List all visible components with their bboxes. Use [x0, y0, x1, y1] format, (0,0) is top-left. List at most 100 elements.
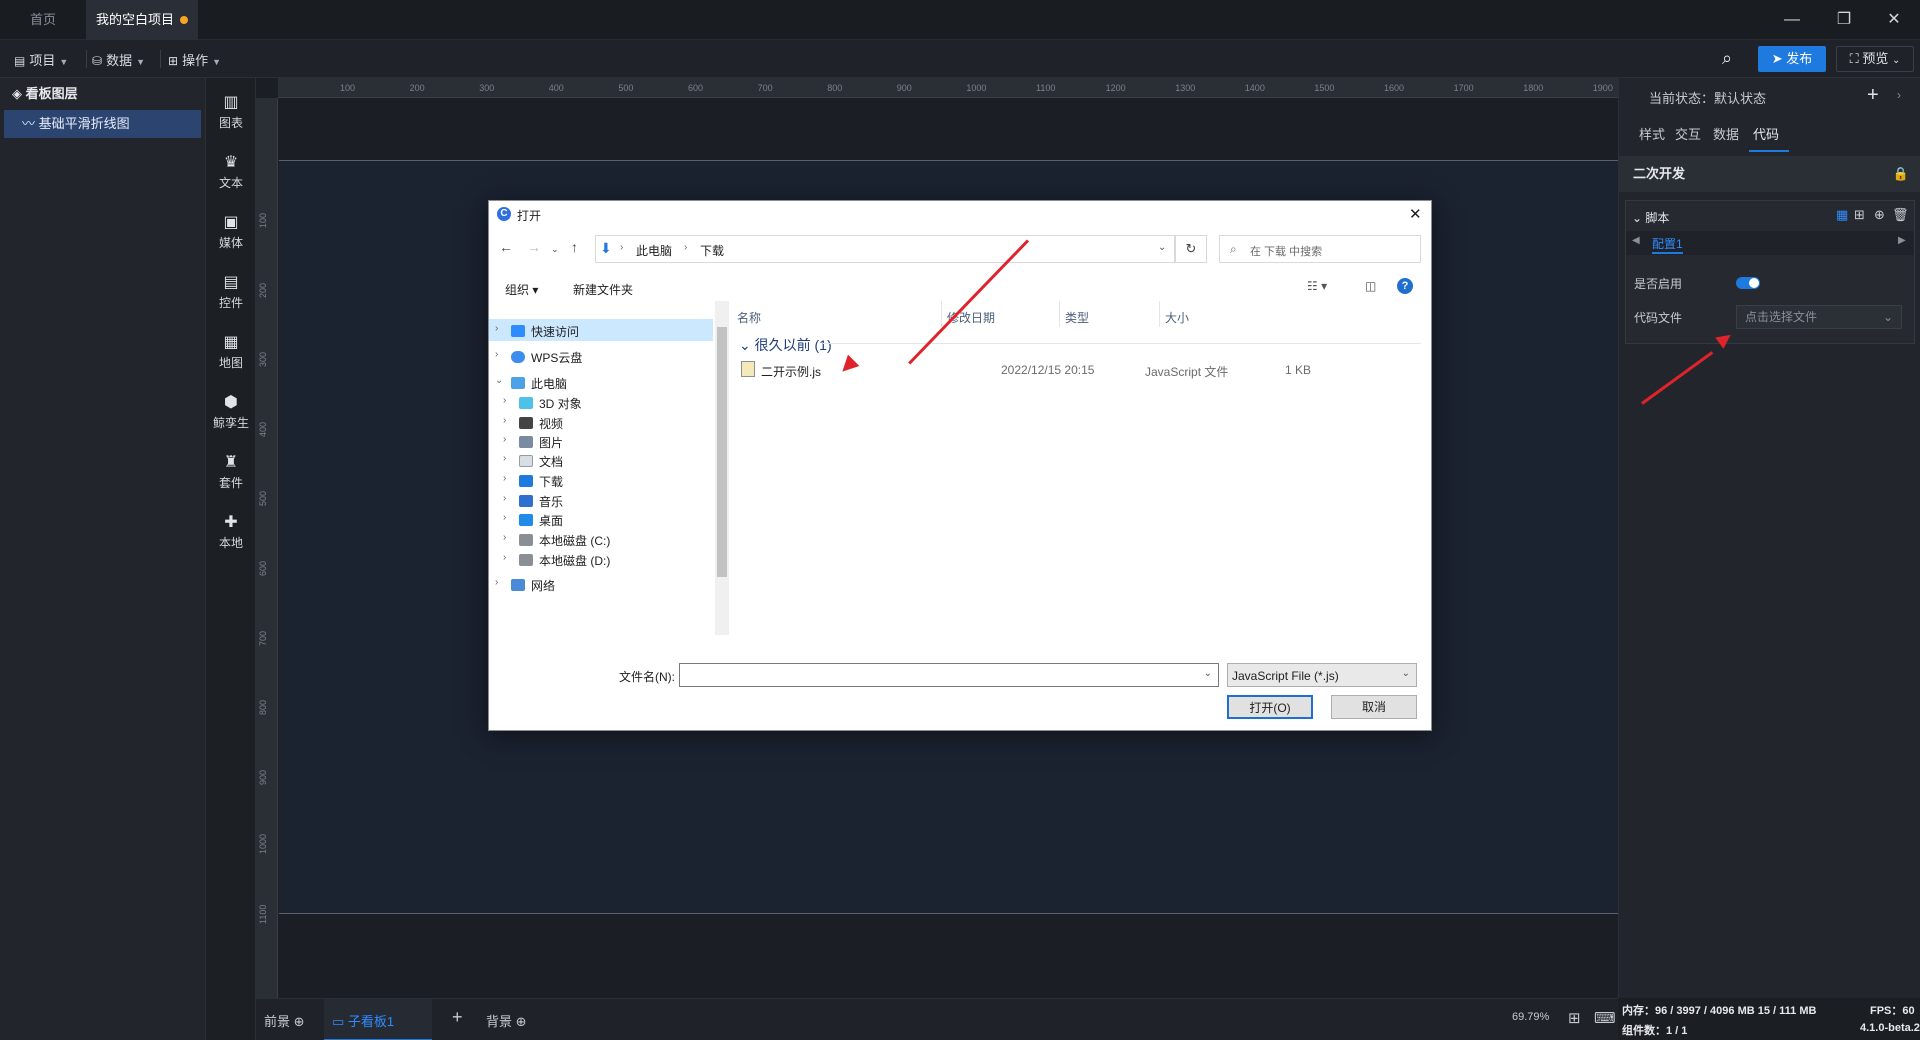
tree-pictures[interactable]: 图片: [519, 434, 563, 451]
tree-disk-c[interactable]: 本地磁盘 (C:): [519, 532, 610, 549]
computer-icon: [511, 377, 525, 389]
component-kit[interactable]: ♜ 套件: [206, 452, 256, 491]
add-board-button[interactable]: +: [452, 1007, 463, 1028]
view-options-icon[interactable]: ☷ ▾: [1307, 279, 1327, 293]
component-map[interactable]: ▦ 地图: [206, 332, 256, 371]
tab-project[interactable]: 我的空白项目: [86, 0, 198, 40]
layout-icon[interactable]: ▦: [1836, 207, 1848, 223]
cancel-button[interactable]: 取消: [1331, 695, 1417, 719]
layer-item[interactable]: 〰 基础平滑折线图: [4, 110, 201, 138]
chevron-right-icon[interactable]: ›: [495, 323, 498, 334]
forward-icon[interactable]: →: [527, 239, 541, 255]
lock-icon[interactable]: 🔒: [1893, 156, 1909, 192]
add-circle-icon[interactable]: ⊕: [1874, 207, 1885, 223]
open-button[interactable]: 打开(O): [1227, 695, 1313, 719]
breadcrumb-this-pc[interactable]: 此电脑: [636, 242, 672, 259]
restore-icon[interactable]: ❐: [1832, 8, 1856, 32]
chevron-right-icon[interactable]: ›: [503, 512, 506, 523]
new-folder-button[interactable]: 新建文件夹: [573, 281, 633, 298]
component-chart[interactable]: ▥ 图表: [206, 92, 256, 131]
tree-disk-d[interactable]: 本地磁盘 (D:): [519, 552, 610, 569]
column-name[interactable]: 名称: [737, 309, 761, 326]
tree-desktop[interactable]: 桌面: [519, 512, 563, 529]
preview-button[interactable]: ⛶ 预览 ⌄: [1836, 46, 1914, 72]
tree-quick-access[interactable]: 快速访问: [511, 323, 579, 340]
scrollbar-thumb[interactable]: [717, 327, 727, 577]
tree-downloads[interactable]: 下载: [519, 473, 563, 490]
column-type[interactable]: 类型: [1065, 309, 1089, 326]
component-media[interactable]: ▣ 媒体: [206, 212, 256, 251]
add-state-icon[interactable]: +: [1867, 84, 1879, 107]
chevron-right-icon[interactable]: ›: [503, 453, 506, 464]
back-icon[interactable]: ←: [499, 239, 513, 255]
tree-music[interactable]: 音乐: [519, 493, 563, 510]
tree-documents[interactable]: 文档: [519, 453, 563, 470]
menu-data[interactable]: ⛁ 数据 ▼: [92, 50, 145, 69]
component-control[interactable]: ▤ 控件: [206, 272, 256, 311]
chevron-right-icon[interactable]: ›: [503, 532, 506, 543]
refresh-icon[interactable]: ↻: [1175, 235, 1207, 263]
filename-input[interactable]: ⌄: [679, 663, 1219, 687]
keyboard-icon[interactable]: ⌨: [1594, 1009, 1616, 1027]
close-icon[interactable]: ✕: [1409, 205, 1422, 223]
search-box[interactable]: ⌕ 在 下载 中搜索: [1219, 235, 1421, 263]
bar-chart-icon: ▥: [223, 94, 239, 111]
chevron-right-icon[interactable]: ›: [1897, 88, 1901, 102]
tab-style[interactable]: 样式: [1639, 124, 1665, 143]
help-icon[interactable]: ?: [1397, 278, 1413, 294]
fit-screen-icon[interactable]: ⊞: [1568, 1009, 1581, 1027]
chevron-down-icon[interactable]: ⌄: [495, 375, 503, 386]
address-bar[interactable]: ⬇ › 此电脑 › 下载 ⌄: [595, 235, 1175, 263]
group-header[interactable]: ⌄ 很久以前 (1): [739, 335, 832, 355]
publish-button[interactable]: ➤ 发布: [1758, 46, 1826, 72]
close-window-icon[interactable]: ✕: [1882, 8, 1906, 32]
code-file-select[interactable]: 点击选择文件 ⌄: [1736, 305, 1902, 329]
tree-3d-objects[interactable]: 3D 对象: [519, 395, 582, 412]
component-text[interactable]: ♛ 文本: [206, 152, 256, 191]
delete-icon[interactable]: 🗑: [1892, 207, 1909, 223]
chevron-right-icon[interactable]: ›: [503, 395, 506, 406]
tree-wps-cloud[interactable]: WPS云盘: [511, 349, 582, 366]
background-tab[interactable]: 背景 ⊕: [486, 1011, 527, 1030]
sub-board-tab[interactable]: ▭ 子看板1: [324, 999, 432, 1040]
recent-chevron-icon[interactable]: ⌄: [551, 244, 559, 255]
enable-toggle[interactable]: [1736, 277, 1760, 289]
tree-videos[interactable]: 视频: [519, 415, 563, 432]
menu-operation[interactable]: ⊞ 操作 ▼: [168, 50, 221, 69]
chevron-right-icon[interactable]: ›: [503, 473, 506, 484]
search-icon[interactable]: ⌕: [1722, 48, 1732, 69]
breadcrumb-downloads[interactable]: 下载: [700, 242, 724, 259]
script-header[interactable]: ⌄ 脚本: [1632, 209, 1669, 226]
chevron-left-icon[interactable]: ◀: [1632, 235, 1640, 246]
chevron-right-icon[interactable]: ▶: [1898, 235, 1906, 246]
tab-home[interactable]: 首页: [0, 0, 86, 40]
component-twin[interactable]: ⬢ 鲸孪生: [206, 392, 256, 431]
foreground-tab[interactable]: 前景 ⊕: [264, 1011, 305, 1030]
ruler-tick-label: 1800: [1523, 83, 1544, 93]
organize-menu[interactable]: 组织 ▾: [505, 281, 538, 298]
up-icon[interactable]: ↑: [571, 239, 578, 255]
tree-scrollbar[interactable]: [715, 301, 729, 635]
chevron-right-icon[interactable]: ›: [503, 493, 506, 504]
component-local[interactable]: ✚ 本地: [206, 512, 256, 551]
chevron-right-icon[interactable]: ›: [503, 552, 506, 563]
file-type-filter[interactable]: JavaScript File (*.js) ⌄: [1227, 663, 1417, 687]
tree-network[interactable]: 网络: [511, 577, 555, 594]
chevron-down-icon[interactable]: ⌄: [1158, 242, 1166, 253]
tab-interaction[interactable]: 交互: [1675, 124, 1701, 143]
tab-code[interactable]: 代码: [1753, 124, 1779, 143]
tab-data[interactable]: 数据: [1713, 124, 1739, 143]
copy-icon[interactable]: ⊞: [1854, 207, 1865, 223]
config-tab-1[interactable]: 配置1: [1652, 235, 1683, 254]
menu-data-label: 数据: [106, 53, 133, 68]
chevron-right-icon[interactable]: ›: [503, 415, 506, 426]
chevron-right-icon[interactable]: ›: [495, 577, 498, 588]
chevron-right-icon[interactable]: ›: [495, 349, 498, 360]
tree-this-pc[interactable]: 此电脑: [511, 375, 567, 392]
chevron-right-icon[interactable]: ›: [503, 434, 506, 445]
preview-pane-icon[interactable]: ◫: [1365, 279, 1376, 293]
minimize-icon[interactable]: —: [1780, 8, 1804, 32]
column-size[interactable]: 大小: [1165, 309, 1189, 326]
menu-project[interactable]: ▤ 项目 ▼: [14, 50, 68, 69]
control-icon: ▤: [223, 274, 239, 291]
